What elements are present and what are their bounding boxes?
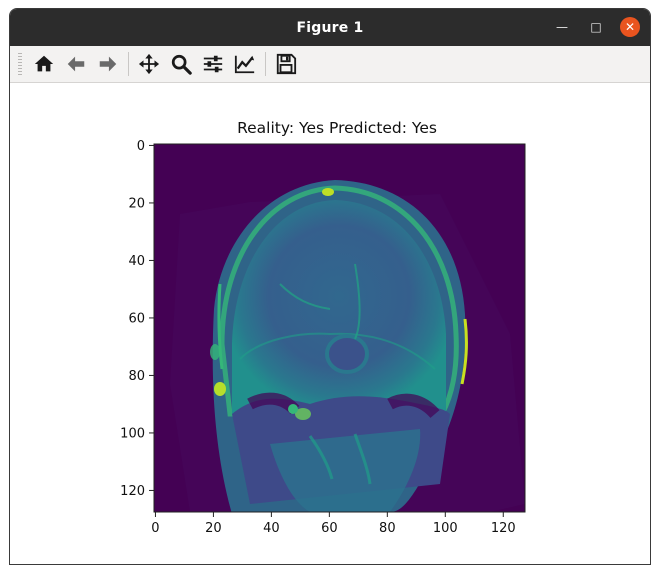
y-axis: 0 20 40 60 80 100 120 [120,139,154,499]
configure-subplots-button[interactable] [199,50,227,78]
x-axis: 0 20 40 60 80 100 120 [151,512,516,536]
y-tick-label: 80 [128,369,145,384]
y-tick-label: 20 [128,196,145,211]
minimize-icon[interactable]: — [552,17,572,37]
figure-canvas[interactable]: Reality: Yes Predicted: Yes 0 20 40 60 8… [10,84,651,565]
window-controls: — □ ✕ [552,17,640,37]
maximize-icon[interactable]: □ [586,17,606,37]
y-tick-label: 60 [128,311,145,326]
home-button[interactable] [30,50,58,78]
zoom-icon [171,54,192,75]
figure-window: Figure 1 — □ ✕ Reality: Yes Predicted: Y… [9,8,651,565]
save-button[interactable] [272,50,300,78]
close-icon[interactable]: ✕ [620,17,640,37]
save-icon [276,53,297,75]
x-tick-label: 100 [433,521,458,536]
toolbar-separator [128,52,129,76]
forward-arrow-icon [99,56,117,72]
x-tick-label: 40 [263,521,280,536]
window-title: Figure 1 [296,19,364,36]
pan-button[interactable] [135,50,163,78]
configure-subplots-icon [203,55,223,73]
navigation-toolbar [10,46,650,83]
x-tick-label: 80 [379,521,396,536]
home-icon [34,55,54,72]
y-tick-label: 40 [128,254,145,269]
toolbar-grip[interactable] [18,53,22,75]
x-tick-label: 0 [151,521,159,536]
y-tick-label: 100 [120,426,145,441]
edit-axes-button[interactable] [231,50,259,78]
x-tick-label: 120 [491,521,516,536]
title-bar[interactable]: Figure 1 — □ ✕ [10,9,650,46]
edit-axes-icon [234,55,255,74]
y-tick-label: 120 [120,484,145,499]
back-arrow-icon [67,56,85,72]
x-tick-label: 60 [321,521,338,536]
back-button[interactable] [62,50,90,78]
image-axes[interactable]: 0 20 40 60 80 100 120 0 20 40 60 80 100 120 [10,84,651,565]
forward-button[interactable] [94,50,122,78]
y-tick-label: 0 [137,139,145,154]
pan-icon [138,53,160,75]
toolbar-separator [265,52,266,76]
zoom-button[interactable] [167,50,195,78]
x-tick-label: 20 [205,521,222,536]
